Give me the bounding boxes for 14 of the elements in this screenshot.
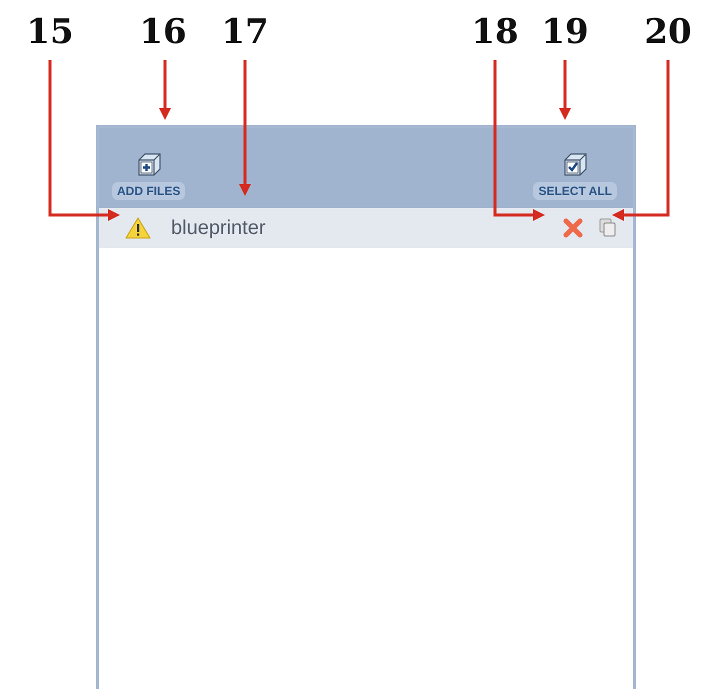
callout-number: 17 xyxy=(221,12,269,52)
add-files-button[interactable]: ADD FILES xyxy=(112,150,186,200)
file-name: blueprinter xyxy=(171,216,267,240)
callout-arrow xyxy=(159,60,171,120)
callout-arrow xyxy=(559,60,571,120)
callout-number: 19 xyxy=(541,12,589,52)
callout-number: 20 xyxy=(644,12,692,52)
callout-number: 15 xyxy=(26,12,74,52)
select-all-button[interactable]: SELECT ALL xyxy=(533,150,617,200)
remove-icon[interactable] xyxy=(563,218,583,238)
file-row[interactable]: blueprinter xyxy=(99,208,633,248)
copy-icon[interactable] xyxy=(599,218,617,238)
callout-number: 18 xyxy=(471,12,519,52)
callout-number: 16 xyxy=(139,12,187,52)
